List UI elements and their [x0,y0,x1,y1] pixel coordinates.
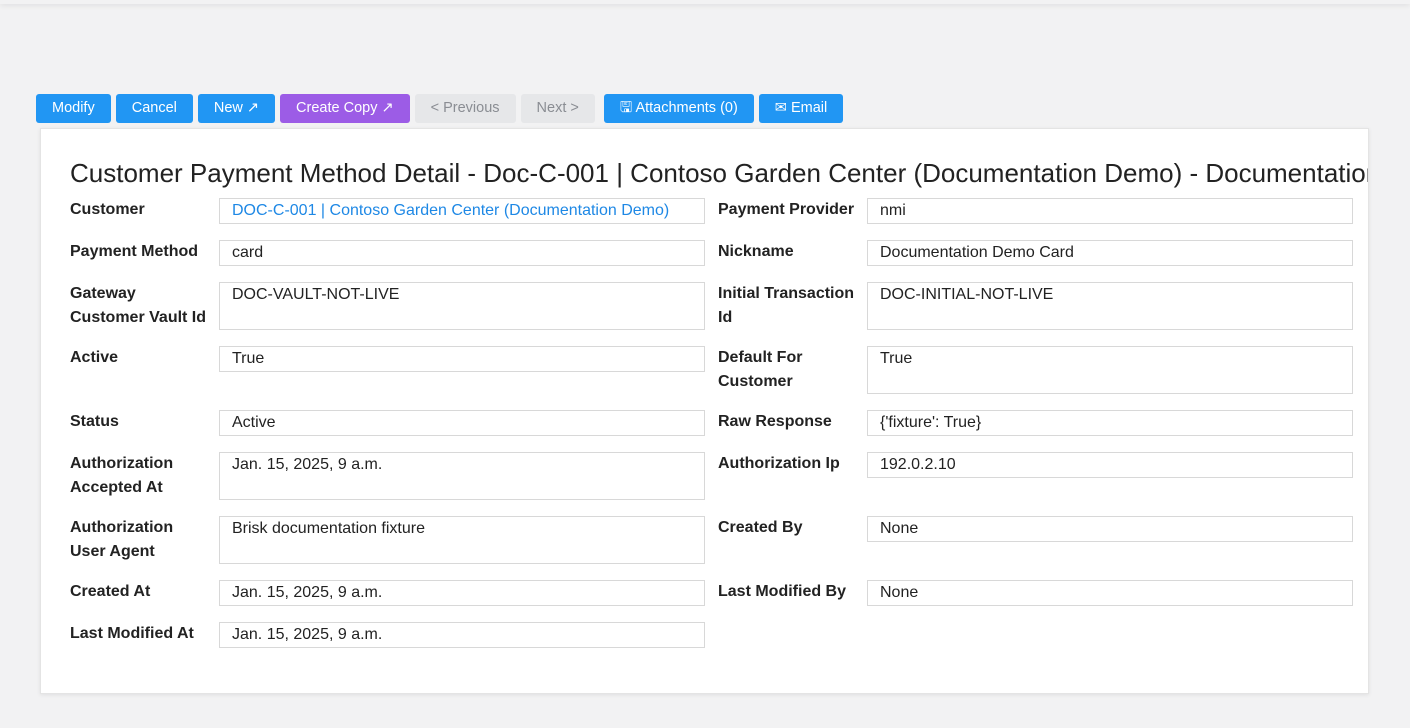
created-by-value: None [867,516,1353,542]
page-title: Customer Payment Method Detail - Doc-C-0… [70,158,1369,188]
detail-card: Customer Payment Method Detail - Doc-C-0… [40,128,1369,694]
default-for-customer-label: Default For Customer [718,349,803,390]
nickname-label: Nickname [718,243,794,260]
payment-method-label: Payment Method [70,243,199,260]
last-modified-at-label: Last Modified At [70,625,194,642]
authorization-user-agent-label: Authorization User Agent [70,519,174,560]
customer-link[interactable]: DOC-C-001 | Contoso Garden Center (Docum… [219,198,705,224]
created-at-value: Jan. 15, 2025, 9 a.m. [219,580,705,606]
status-value: Active [219,410,705,436]
gateway-vault-value: DOC-VAULT-NOT-LIVE [219,282,705,330]
attachments-button[interactable]: 🖫 Attachments (0) [603,94,754,123]
active-label: Active [70,349,119,366]
nickname-value: Documentation Demo Card [867,240,1353,266]
last-modified-at-value: Jan. 15, 2025, 9 a.m. [219,622,705,648]
email-button[interactable]: ✉ Email [758,94,844,123]
status-label: Status [70,413,119,430]
authorization-ip-label: Authorization Ip [718,455,840,472]
payment-method-value: card [219,240,705,266]
payment-provider-value: nmi [867,198,1353,224]
payment-provider-label: Payment Provider [718,201,855,218]
gateway-vault-label: Gateway Customer Vault Id [70,285,207,326]
authorization-accepted-at-value: Jan. 15, 2025, 9 a.m. [219,452,705,500]
next-button[interactable]: Next > [520,94,595,123]
top-navigation-bar [0,0,1410,4]
initial-transaction-value: DOC-INITIAL-NOT-LIVE [867,282,1353,330]
action-toolbar: Modify Cancel New ↗ Create Copy ↗ < Prev… [36,94,848,123]
authorization-ip-value: 192.0.2.10 [867,452,1353,478]
default-for-customer-value: True [867,346,1353,394]
last-modified-by-value: None [867,580,1353,606]
previous-button[interactable]: < Previous [414,94,516,123]
authorization-accepted-at-label: Authorization Accepted At [70,455,174,496]
cancel-button[interactable]: Cancel [115,94,193,123]
active-value: True [219,346,705,372]
create-copy-button[interactable]: Create Copy ↗ [280,94,410,123]
customer-label: Customer [70,201,145,218]
raw-response-value: {'fixture': True} [867,410,1353,436]
authorization-user-agent-value: Brisk documentation fixture [219,516,705,564]
created-by-label: Created By [718,519,803,536]
modify-button[interactable]: Modify [36,94,111,123]
raw-response-label: Raw Response [718,413,832,430]
created-at-label: Created At [70,583,151,600]
initial-transaction-label: Initial Transaction Id [718,285,855,326]
new-button[interactable]: New ↗ [197,94,276,123]
last-modified-by-label: Last Modified By [718,583,847,600]
